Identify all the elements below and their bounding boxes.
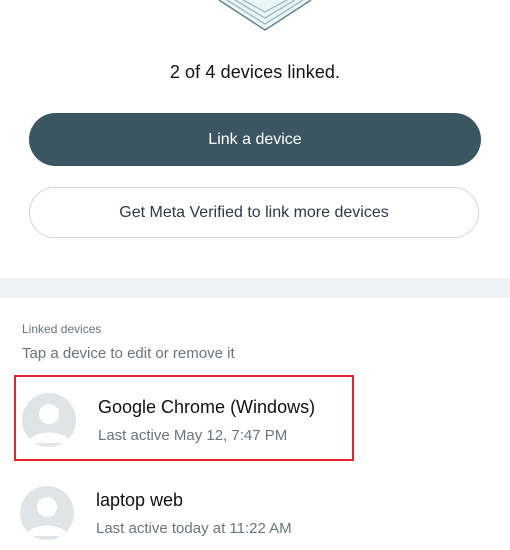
devices-illustration-icon	[218, 0, 312, 31]
device-name: Google Chrome (Windows)	[98, 397, 316, 417]
default-avatar-icon	[22, 393, 76, 447]
link-device-button[interactable]: Link a device	[29, 113, 481, 166]
device-row-google-chrome[interactable]: Google Chrome (Windows) Last active May …	[14, 375, 354, 461]
default-avatar-icon	[20, 486, 74, 540]
linked-devices-screen: 2 of 4 devices linked. Link a device Get…	[0, 0, 510, 550]
device-last-active: Last active today at 11:22 AM	[96, 520, 292, 537]
linked-devices-subtext: Tap a device to edit or remove it	[22, 345, 235, 362]
devices-linked-status: 2 of 4 devices linked.	[169, 62, 341, 82]
device-row-laptop-web[interactable]: laptop web Last active today at 11:22 AM	[14, 470, 354, 550]
section-divider	[0, 278, 510, 298]
device-last-active: Last active May 12, 7:47 PM	[98, 427, 288, 444]
device-name: laptop web	[96, 490, 184, 510]
get-meta-verified-button[interactable]: Get Meta Verified to link more devices	[29, 187, 479, 238]
linked-devices-heading: Linked devices	[22, 322, 102, 336]
